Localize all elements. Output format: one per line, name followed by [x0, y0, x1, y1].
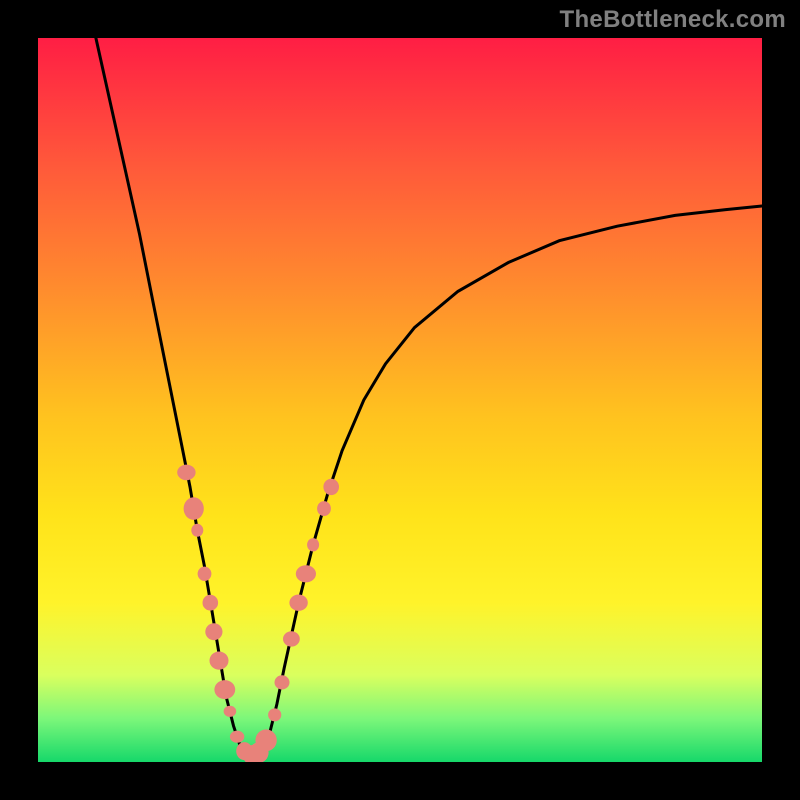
curve-marker: [323, 479, 339, 495]
curve-marker: [224, 706, 237, 717]
chart-frame: TheBottleneck.com: [0, 0, 800, 800]
curve-marker: [210, 652, 229, 670]
curve-marker: [317, 501, 331, 516]
curve-marker: [268, 708, 281, 721]
curve-marker: [198, 567, 212, 581]
curve-marker: [296, 565, 316, 582]
bottleneck-curve: [38, 38, 762, 762]
watermark-text: TheBottleneck.com: [560, 6, 786, 34]
curve-marker: [283, 631, 300, 646]
curve-marker: [275, 675, 290, 689]
curve-marker: [177, 465, 195, 481]
curve-marker: [184, 497, 204, 520]
curve-marker: [255, 729, 276, 751]
curve-marker: [203, 595, 219, 611]
curve-marker: [230, 731, 244, 743]
curve-marker: [205, 623, 222, 640]
curve-marker: [289, 595, 307, 611]
curve-marker: [214, 680, 235, 699]
curve-marker: [191, 524, 203, 537]
curve-marker: [307, 538, 319, 551]
plot-area: [38, 38, 762, 762]
